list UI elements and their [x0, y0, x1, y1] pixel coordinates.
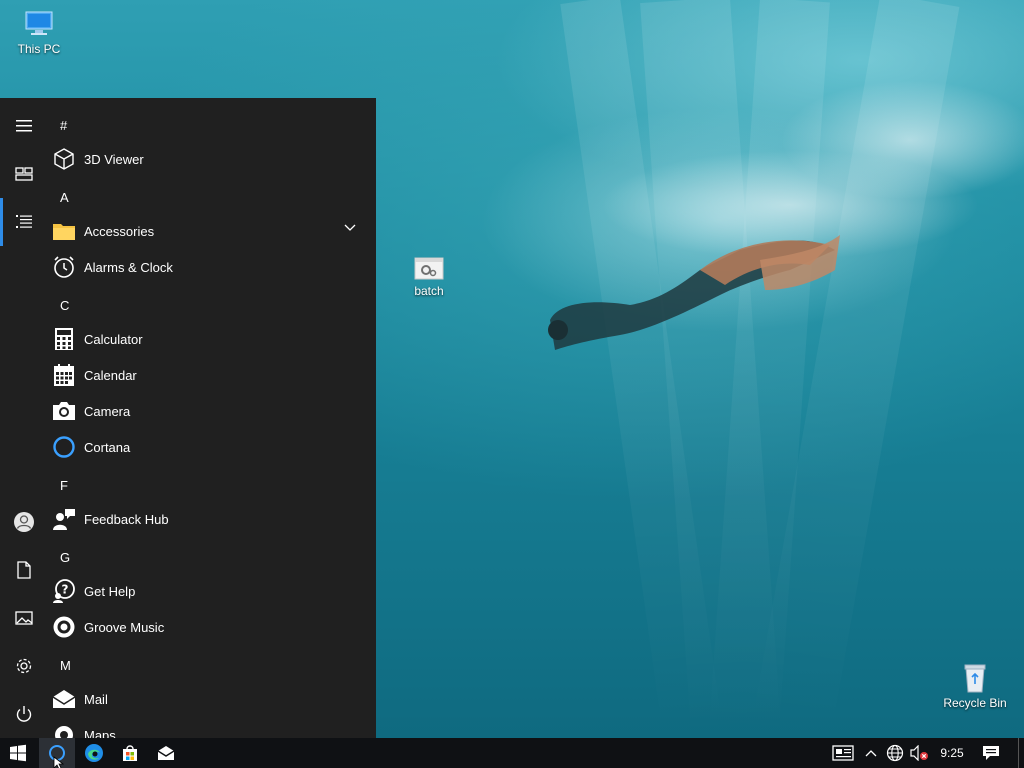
- app-maps[interactable]: Maps: [48, 717, 376, 738]
- calendar-icon: [52, 363, 76, 387]
- tiles-icon: [15, 167, 33, 181]
- documents-button[interactable]: [0, 546, 48, 594]
- edge-icon: [85, 744, 103, 762]
- group-header-m[interactable]: M: [60, 647, 71, 683]
- group-header-c[interactable]: C: [60, 287, 69, 323]
- store-button[interactable]: [112, 738, 148, 768]
- pictures-button[interactable]: [0, 594, 48, 642]
- app-label: Calendar: [84, 367, 137, 383]
- app-get-help[interactable]: ? Get Help: [48, 573, 376, 609]
- app-mail[interactable]: Mail: [48, 681, 376, 717]
- power-button[interactable]: [0, 690, 48, 738]
- network-button[interactable]: [884, 738, 906, 768]
- surface-light: [780, 80, 1024, 200]
- settings-button[interactable]: [0, 642, 48, 690]
- folder-icon: [52, 219, 76, 243]
- mail-icon: [157, 746, 175, 760]
- maps-icon: [52, 723, 76, 738]
- hamburger-icon: [16, 120, 32, 132]
- list-icon: [16, 215, 32, 228]
- diver-image: [548, 235, 840, 350]
- this-pc-icon: [25, 11, 53, 35]
- batch-file-icon: [414, 257, 444, 280]
- app-groove-music[interactable]: Groove Music: [48, 609, 376, 645]
- app-camera[interactable]: Camera: [48, 393, 376, 429]
- app-label: Calculator: [84, 331, 143, 347]
- news-interests-button[interactable]: [828, 738, 858, 768]
- app-accessories-folder[interactable]: Accessories: [48, 213, 376, 249]
- edge-button[interactable]: [76, 738, 112, 768]
- app-3d-viewer[interactable]: 3D Viewer: [48, 141, 376, 177]
- show-hidden-icons-button[interactable]: [862, 738, 880, 768]
- power-icon: [16, 706, 32, 722]
- action-center-icon: [983, 746, 999, 760]
- news-icon: [832, 745, 854, 761]
- desktop-icon-batch[interactable]: batch: [390, 256, 468, 298]
- app-label: Groove Music: [84, 619, 165, 635]
- volume-muted-icon: [910, 745, 928, 761]
- mail-icon: [52, 687, 76, 711]
- all-apps-list: # 3D Viewer A Accessories Alarms & Clock…: [48, 98, 376, 738]
- expand-menu-button[interactable]: [0, 102, 48, 150]
- app-calendar[interactable]: Calendar: [48, 357, 376, 393]
- app-label: Accessories: [84, 223, 155, 239]
- app-label: Cortana: [84, 439, 131, 455]
- group-header-f[interactable]: F: [60, 467, 68, 503]
- user-avatar-icon: [14, 512, 34, 532]
- cortana-ring-icon: [52, 435, 76, 459]
- document-icon: [17, 561, 31, 579]
- group-header-g[interactable]: G: [60, 539, 70, 575]
- pictures-icon: [15, 611, 33, 625]
- app-cortana[interactable]: Cortana: [48, 429, 376, 465]
- start-button[interactable]: [0, 738, 36, 768]
- app-alarms-clock[interactable]: Alarms & Clock: [48, 249, 376, 285]
- clock-button[interactable]: 9:25: [934, 738, 970, 768]
- gear-icon: [16, 658, 32, 674]
- all-apps-button[interactable]: [0, 198, 48, 246]
- svg-text:?: ?: [62, 583, 69, 597]
- tiles-view-button[interactable]: [0, 150, 48, 198]
- desktop-icon-label: Recycle Bin: [943, 696, 1007, 710]
- app-label: Get Help: [84, 583, 136, 599]
- calculator-icon: [52, 327, 76, 351]
- alarm-clock-icon: [52, 255, 76, 279]
- feedback-hub-icon: [52, 507, 76, 531]
- camera-icon: [52, 399, 76, 423]
- desktop-icon-label: batch: [414, 284, 444, 298]
- app-label: Camera: [84, 403, 131, 419]
- app-feedback-hub[interactable]: Feedback Hub: [48, 501, 376, 537]
- chevron-up-icon: [865, 750, 877, 757]
- app-label: 3D Viewer: [84, 151, 144, 167]
- group-header-hash[interactable]: #: [60, 107, 67, 143]
- recycle-bin-icon: [964, 664, 986, 693]
- app-label: Alarms & Clock: [84, 259, 173, 275]
- app-label: Mail: [84, 691, 108, 707]
- groove-music-icon: [52, 615, 76, 639]
- cube-icon: [52, 147, 76, 171]
- store-icon: [123, 745, 137, 761]
- start-menu-rail: [0, 98, 48, 738]
- network-icon: [886, 744, 904, 762]
- desktop-icon-recycle-bin[interactable]: Recycle Bin: [936, 662, 1014, 710]
- desktop-icon-label: This PC: [17, 42, 61, 56]
- start-icon: [10, 744, 26, 762]
- desktop-icon-this-pc[interactable]: This PC: [0, 6, 78, 56]
- app-label: Maps: [84, 727, 116, 739]
- start-menu: # 3D Viewer A Accessories Alarms & Clock…: [0, 98, 376, 738]
- get-help-icon: ?: [52, 579, 76, 603]
- app-label: Feedback Hub: [84, 511, 169, 527]
- show-desktop-divider[interactable]: [1018, 738, 1019, 768]
- app-calculator[interactable]: Calculator: [48, 321, 376, 357]
- clock-time: 9:25: [940, 746, 964, 760]
- mail-taskbar-button[interactable]: [148, 738, 184, 768]
- volume-button[interactable]: [908, 738, 930, 768]
- chevron-down-icon[interactable]: [344, 224, 356, 232]
- account-button[interactable]: [0, 498, 48, 546]
- mouse-cursor-icon: [53, 756, 65, 768]
- action-center-button[interactable]: [978, 738, 1004, 768]
- group-header-a[interactable]: A: [60, 179, 69, 215]
- taskbar: 9:25: [0, 738, 1024, 768]
